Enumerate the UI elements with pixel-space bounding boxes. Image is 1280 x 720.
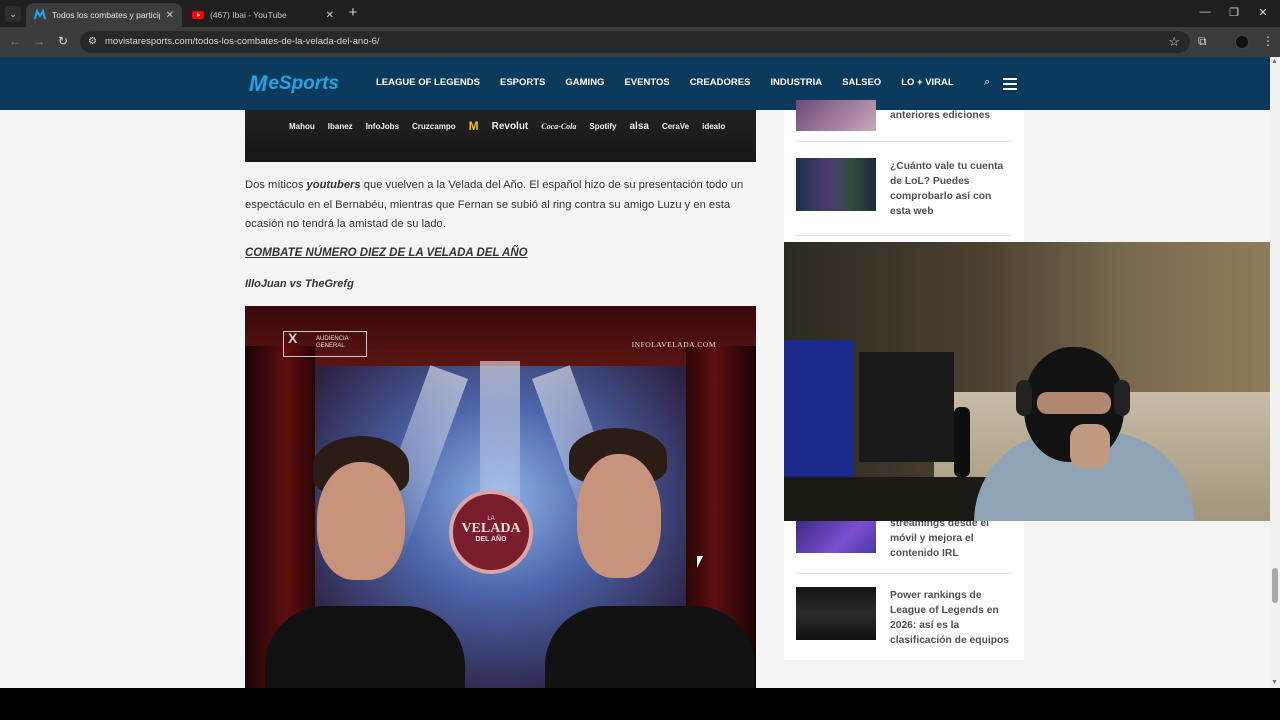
restore-icon[interactable]: ❐ (1227, 6, 1241, 19)
webcam-person-eyes (1037, 392, 1111, 414)
sponsor-logo: Cruzcampo (412, 121, 456, 131)
nav-item-salseo[interactable]: SALSEO (842, 77, 881, 88)
new-tab-button[interactable]: + (346, 5, 360, 21)
sponsor-logo: Coca-Cola (541, 121, 577, 131)
address-bar[interactable]: ⚙ movistaresports.com/todos-los-combates… (80, 31, 1190, 53)
tab-title: Todos los combates y participa (52, 10, 160, 20)
webcam-microphone (954, 407, 970, 477)
sponsor-logo: alsa (629, 120, 649, 132)
nav-item-industria[interactable]: INDUSTRIA (770, 77, 822, 88)
article-thumbnail[interactable] (796, 100, 876, 131)
fighter-face (577, 454, 661, 578)
scroll-up-icon[interactable]: ▲ (1271, 58, 1278, 65)
divider (796, 141, 1011, 142)
badge-line: GENERAL (316, 343, 345, 349)
badge-line: AUDIENCIA (316, 336, 349, 342)
tab-title: (467) Ibai - YouTube (210, 10, 287, 20)
menu-dots-icon[interactable]: ⋮ (1262, 34, 1274, 48)
article-thumbnail[interactable] (796, 158, 876, 211)
reload-icon[interactable]: ↻ (56, 34, 70, 48)
article-thumbnail[interactable] (796, 587, 876, 640)
webcam-monitor (859, 352, 954, 462)
fighter-face (317, 462, 405, 580)
nav-item-league-of-legends[interactable]: LEAGUE OF LEGENDS (376, 77, 480, 88)
sponsor-logo: idealo (702, 121, 726, 131)
headset-icon (1114, 380, 1130, 416)
site-logo[interactable]: M eSports (249, 71, 339, 97)
profile-icon[interactable] (1235, 35, 1249, 49)
hamburger-menu-icon[interactable] (1003, 78, 1017, 93)
emblem-text: DEL AÑO (475, 536, 507, 543)
headset-icon (1016, 380, 1032, 416)
paragraph-text: Dos míticos (245, 179, 307, 191)
scrollbar-thumb[interactable] (1272, 568, 1278, 603)
audience-badge: X AUDIENCIA GENERAL (283, 331, 367, 357)
article-title[interactable]: anteriores ediciones (890, 108, 1014, 123)
close-tab-icon[interactable]: ✕ (166, 10, 174, 21)
nav-item-esports[interactable]: ESPORTS (500, 77, 545, 88)
extensions-icon[interactable]: ⧉ (1198, 34, 1207, 49)
sponsor-logo: Spotify (589, 121, 617, 131)
forward-icon[interactable]: → (32, 34, 46, 48)
article-title[interactable]: ¿Cuánto vale tu cuenta de LoL? Puedes co… (890, 159, 1014, 219)
browser-toolbar: ← → ↻ ⚙ movistaresports.com/todos-los-co… (0, 27, 1280, 57)
bookmark-star-icon[interactable]: ☆ (1168, 34, 1180, 50)
minimize-icon[interactable]: — (1198, 6, 1212, 18)
back-icon[interactable]: ← (8, 34, 22, 48)
sponsor-logo: Ibanez (327, 121, 353, 131)
webcam-monitor (784, 340, 854, 490)
poster-site: INFOLAVELADA.COM (631, 340, 716, 349)
main-nav: LEAGUE OF LEGENDS ESPORTS GAMING EVENTOS… (376, 77, 974, 88)
divider (796, 235, 1011, 236)
fighter-left (265, 436, 465, 688)
mouse-cursor-icon (697, 556, 703, 568)
fighter-shirt (545, 606, 755, 688)
sponsor-logos: Mahou Ibanez InfoJobs Cruzcampo M Revolu… (289, 119, 725, 133)
site-header: M eSports LEAGUE OF LEGENDS ESPORTS GAMI… (0, 57, 1270, 110)
site-info-icon[interactable]: ⚙ (88, 36, 97, 47)
sponsor-logo: InfoJobs (365, 121, 400, 131)
search-icon[interactable]: ⌕ (984, 76, 990, 89)
close-window-icon[interactable]: ✕ (1256, 6, 1270, 19)
sponsor-logo: Mahou (289, 121, 315, 131)
nav-item-eventos[interactable]: EVENTOS (624, 77, 669, 88)
tab-youtube[interactable]: (467) Ibai - YouTube ✕ (184, 3, 342, 27)
fight-poster-image: X AUDIENCIA GENERAL INFOLAVELADA.COM LA … (245, 306, 756, 688)
divider (796, 573, 1011, 574)
movistar-m-icon (34, 9, 46, 20)
article-title[interactable]: streamings desde el móvil y mejora el co… (890, 516, 1014, 561)
tab-active[interactable]: Todos los combates y participa ✕ (26, 3, 182, 27)
nav-item-lo-viral[interactable]: LO + VIRAL (901, 77, 954, 88)
nav-item-creadores[interactable]: CREADORES (690, 77, 751, 88)
webcam-overlay (784, 242, 1280, 521)
movistar-logo-icon: M (249, 71, 267, 96)
fighter-right (545, 424, 755, 688)
scroll-down-icon[interactable]: ▼ (1271, 679, 1278, 686)
fight-title: IlloJuan vs TheGrefg (245, 278, 354, 290)
paragraph-emphasis: youtubers (306, 179, 361, 191)
section-heading[interactable]: COMBATE NÚMERO DIEZ DE LA VELADA DEL AÑO (245, 247, 528, 259)
youtube-icon (192, 11, 204, 19)
article-thumbnail[interactable] (796, 520, 876, 553)
velada-emblem: LA VELADA DEL AÑO (449, 490, 533, 574)
fighter-shirt (265, 606, 465, 688)
url-text[interactable]: movistaresports.com/todos-los-combates-d… (105, 36, 380, 47)
logo-text: eSports (268, 73, 340, 94)
emblem-text: VELADA (461, 521, 521, 536)
close-tab-icon[interactable]: ✕ (326, 10, 334, 21)
nav-item-gaming[interactable]: GAMING (565, 77, 604, 88)
sponsor-logo: CeraVe (661, 121, 690, 131)
tab-strip: ⌄ Todos los combates y participa ✕ (467)… (0, 0, 1280, 27)
article-title[interactable]: Power rankings de League of Legends en 2… (890, 588, 1014, 648)
badge-x: X (288, 330, 298, 346)
tab-search-icon[interactable]: ⌄ (5, 6, 21, 22)
sponsor-banner: Mahou Ibanez InfoJobs Cruzcampo M Revolu… (245, 110, 756, 162)
webcam-person-hand (1070, 424, 1110, 469)
sponsor-logo: Revolut (491, 120, 529, 132)
taskbar-area (0, 688, 1280, 720)
sponsor-logo: M (468, 119, 479, 133)
article-paragraph: Dos míticos youtubers que vuelven a la V… (245, 176, 757, 235)
